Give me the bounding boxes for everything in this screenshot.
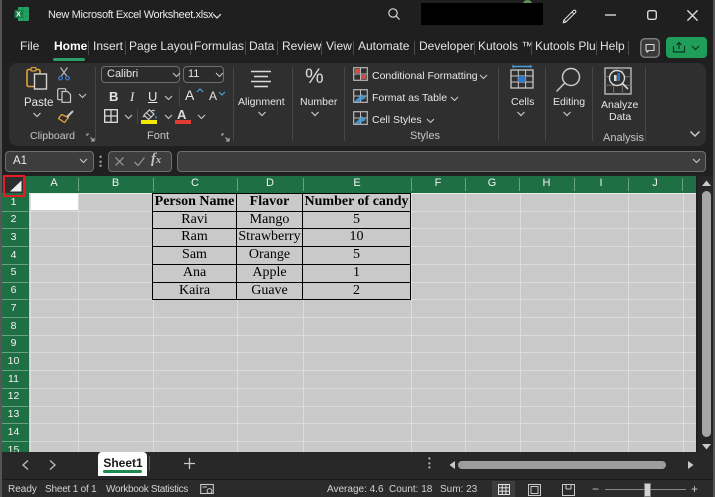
svg-text:X: X — [16, 10, 21, 19]
